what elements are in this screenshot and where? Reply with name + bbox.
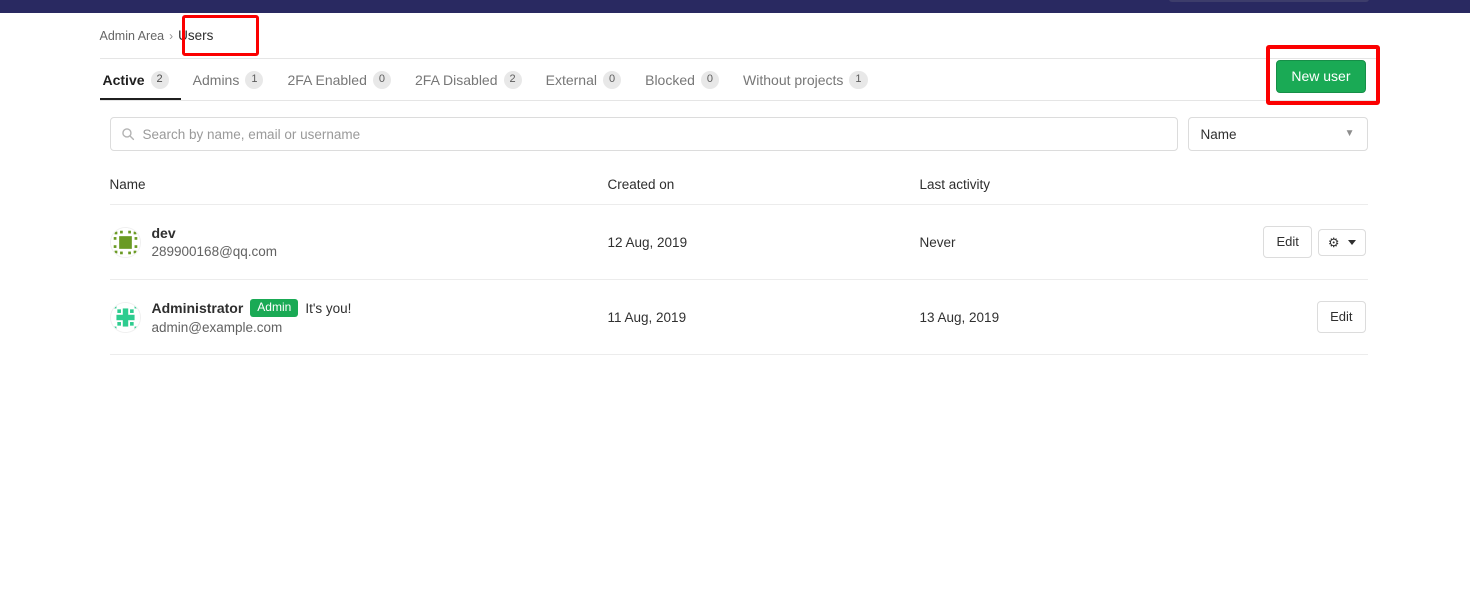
cell-created-on: 12 Aug, 2019 xyxy=(607,234,688,250)
sort-dropdown-value: Name xyxy=(1200,126,1237,142)
tab-2fa-enabled-label: 2FA Enabled xyxy=(287,72,367,88)
gear-icon: ⚙ xyxy=(1327,234,1340,250)
its-you-label: It's you! xyxy=(305,300,352,316)
tab-2fa-disabled-label: 2FA Disabled xyxy=(415,72,498,88)
top-navbar: ▾ ▾ ▾ ▤ Search or jump to… ⌕ ⑂ ☑ xyxy=(0,0,1470,13)
user-settings-dropdown-button[interactable]: ⚙ xyxy=(1317,228,1366,256)
identicon-icon xyxy=(110,302,140,332)
identicon-icon xyxy=(110,227,140,257)
tab-without-projects-count: 1 xyxy=(849,71,868,89)
tab-external[interactable]: External 0 xyxy=(534,71,633,100)
breadcrumb-separator-icon: › xyxy=(169,28,174,43)
user-email: 289900168@qq.com xyxy=(151,244,278,259)
column-header-created-on: Created on xyxy=(607,177,675,192)
user-cell: dev 289900168@qq.com xyxy=(109,225,608,259)
avatar[interactable] xyxy=(109,301,141,333)
column-header-last-activity: Last activity xyxy=(919,177,991,192)
tab-without-projects-label: Without projects xyxy=(743,72,844,88)
tab-2fa-disabled[interactable]: 2FA Disabled 2 xyxy=(403,71,534,100)
tab-admins-count: 1 xyxy=(245,71,264,89)
user-name[interactable]: dev xyxy=(152,225,176,241)
status-badge: Admin xyxy=(250,298,299,318)
breadcrumb: Admin Area › Users xyxy=(99,13,1378,59)
tab-2fa-disabled-count: 2 xyxy=(503,71,522,89)
tab-2fa-enabled-count: 0 xyxy=(372,71,391,89)
search-box[interactable] xyxy=(109,117,1178,151)
tab-admins-label: Admins xyxy=(192,72,240,88)
user-name[interactable]: Administrator xyxy=(152,300,244,316)
column-header-name: Name xyxy=(109,177,146,192)
admin-users-page: Admin Area › Users Active 2 Admins 1 2FA… xyxy=(0,13,1470,607)
user-cell: Administrator Admin It's you! admin@exam… xyxy=(109,298,608,336)
tab-blocked[interactable]: Blocked 0 xyxy=(633,71,731,100)
search-icon xyxy=(121,128,134,141)
users-table: Name Created on Last activity dev 289900… xyxy=(100,167,1378,355)
global-search-input[interactable]: Search or jump to… ⌕ xyxy=(1169,0,1370,2)
new-user-button[interactable]: New user xyxy=(1276,59,1366,93)
breadcrumb-current-users: Users xyxy=(178,28,214,43)
cell-last-activity: 13 Aug, 2019 xyxy=(919,309,1000,325)
tab-active-label: Active xyxy=(102,72,145,88)
search-toolbar: Name ▼ xyxy=(100,101,1378,167)
search-input[interactable] xyxy=(142,126,1167,142)
table-row: Administrator Admin It's you! admin@exam… xyxy=(109,280,1368,355)
row-actions: Edit ⚙ xyxy=(1250,226,1368,258)
tab-blocked-label: Blocked xyxy=(645,72,695,88)
cell-last-activity: Never xyxy=(919,234,956,250)
tab-2fa-enabled[interactable]: 2FA Enabled 0 xyxy=(275,71,403,100)
tab-active[interactable]: Active 2 xyxy=(100,71,181,100)
tab-admins[interactable]: Admins 1 xyxy=(181,71,276,100)
cell-created-on: 11 Aug, 2019 xyxy=(607,309,687,325)
tab-active-count: 2 xyxy=(150,71,169,89)
chevron-down-icon xyxy=(1347,239,1356,245)
tab-blocked-count: 0 xyxy=(700,71,720,89)
user-email: admin@example.com xyxy=(151,320,283,336)
edit-button[interactable]: Edit xyxy=(1317,301,1366,333)
user-filter-tabs: Active 2 Admins 1 2FA Enabled 0 2FA Disa… xyxy=(99,45,1380,105)
tab-without-projects[interactable]: Without projects 1 xyxy=(731,71,880,100)
tab-external-label: External xyxy=(545,72,597,88)
table-header-row: Name Created on Last activity xyxy=(109,167,1368,205)
chevron-down-icon: ▼ xyxy=(1344,128,1355,139)
tab-external-count: 0 xyxy=(602,71,622,89)
avatar[interactable] xyxy=(109,226,141,258)
edit-button[interactable]: Edit xyxy=(1263,226,1312,258)
table-row: dev 289900168@qq.com 12 Aug, 2019 Never … xyxy=(109,205,1368,280)
sort-dropdown[interactable]: Name ▼ xyxy=(1187,117,1368,151)
breadcrumb-admin-area[interactable]: Admin Area xyxy=(100,29,165,43)
row-actions: Edit xyxy=(1250,301,1368,333)
